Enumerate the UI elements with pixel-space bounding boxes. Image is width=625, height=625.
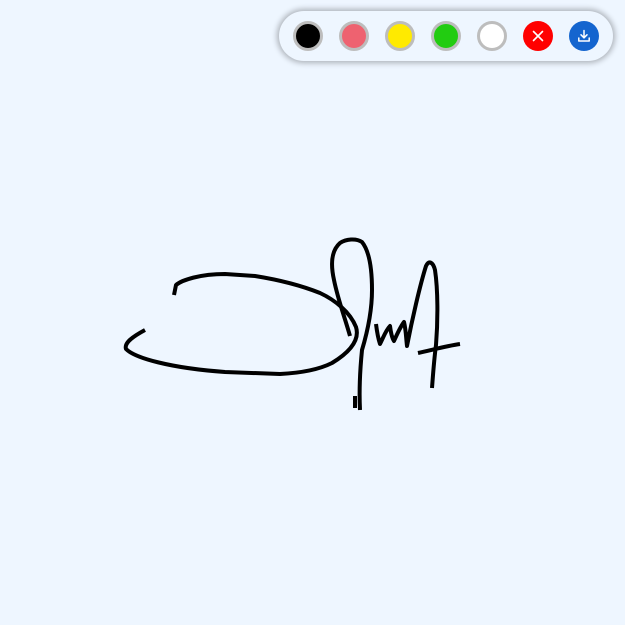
download-button[interactable]: [569, 21, 599, 51]
color-swatch-red[interactable]: [339, 21, 369, 51]
color-swatch-green[interactable]: [431, 21, 461, 51]
close-icon: [532, 30, 544, 42]
color-swatch-yellow[interactable]: [385, 21, 415, 51]
download-icon: [578, 29, 590, 42]
drawing-canvas[interactable]: [0, 0, 625, 625]
signature-stroke-squiggle: [374, 260, 440, 389]
color-swatch-black[interactable]: [293, 21, 323, 51]
color-toolbar: [279, 11, 613, 61]
signature-stroke-crossbar: [417, 342, 461, 355]
color-swatch-white[interactable]: [477, 21, 507, 51]
signature-stroke-loop: [330, 237, 374, 411]
signature-stroke-oval: [123, 272, 359, 376]
signature-drawing: [123, 237, 461, 411]
clear-button[interactable]: [523, 21, 553, 51]
